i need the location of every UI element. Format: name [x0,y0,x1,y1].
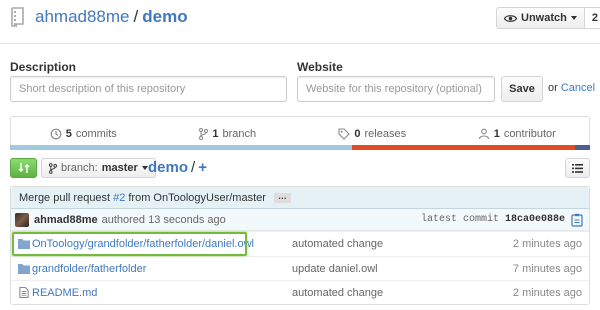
file-commit-message[interactable]: update daniel.owl [292,263,378,275]
cancel-group: or Cancel [548,82,595,94]
language-bar-segment [575,145,590,150]
website-label: Website [297,60,343,74]
unwatch-button[interactable]: Unwatch [496,7,585,29]
highlight-annotation [12,232,247,256]
commit-message-prefix[interactable]: Merge pull request [19,192,110,204]
file-commit-message[interactable]: automated change [292,287,383,299]
file-row: grandfolder/fatherfolder update daniel.o… [11,255,589,281]
repo-title: ahmad88me / demo [35,6,188,28]
git-branch-icon [199,127,209,140]
branch-prefix: branch: [61,162,98,174]
language-bar[interactable] [10,145,590,150]
save-button[interactable]: Save [501,76,543,102]
branch-select-button[interactable]: branch: master [41,158,156,178]
list-icon [572,163,583,173]
repo-header: ahmad88me / demo Unwatch 2 [0,0,600,38]
commit-author-link[interactable]: ahmad88me [34,214,98,226]
header-divider [0,43,600,44]
description-label: Description [10,60,77,74]
file-age: 2 minutes ago [512,287,582,299]
commit-sha-link[interactable]: 18ca0e088e [505,214,565,225]
breadcrumb-separator: / [191,159,196,176]
language-bar-segment [10,145,353,150]
unwatch-label: Unwatch [521,12,567,24]
cancel-link[interactable]: Cancel [561,82,595,94]
file-list-toggle-button[interactable] [565,158,590,178]
history-icon [50,128,62,139]
file-age: 2 minutes ago [512,238,582,250]
branches-label: branch [222,127,257,140]
file-row: README.md automated change 2 minutes ago [11,280,589,304]
avatar[interactable] [15,212,29,227]
new-file-link[interactable]: + [198,159,207,176]
chevron-down-icon [570,16,577,20]
repo-name-link[interactable]: demo [142,7,187,26]
watchers-count[interactable]: 2 [584,7,600,29]
commit-message-suffix[interactable]: from OnToologyUser/master [128,192,266,204]
commit-title: Merge pull request #2 from OnToologyUser… [11,187,589,209]
website-input[interactable] [297,76,495,102]
breadcrumb: demo / + [148,158,207,178]
contributors-count: 1 [493,127,500,140]
repo-icon [11,7,24,28]
commit-meta: ahmad88me authored 13 seconds ago latest… [11,209,589,231]
releases-label: releases [364,127,407,140]
file-commit-message[interactable]: automated change [292,238,383,250]
chevron-down-icon [141,166,148,170]
file-name-link[interactable]: grandfolder/fatherfolder [32,263,146,275]
commits-label: commits [75,127,117,140]
compare-icon [18,163,29,173]
file-text-icon [19,287,29,298]
organization-icon [478,128,489,139]
commit-expand-button[interactable]: … [273,191,291,203]
repo-title-separator: / [133,7,139,26]
commits-count: 5 [65,127,72,140]
pull-request-link[interactable]: #2 [113,192,125,204]
git-branch-icon [49,162,57,174]
latest-commit: latest commit 18ca0e088e [421,214,565,225]
branch-name: master [101,162,138,174]
repo-owner-link[interactable]: ahmad88me [35,7,130,26]
latest-commit-label: latest commit [420,214,499,225]
commit-time: authored 13 seconds ago [101,213,226,226]
or-text: or [548,82,558,94]
contributors-label: contributor [503,127,556,140]
branches-count: 1 [212,127,219,140]
tag-icon [338,127,351,140]
watch-group: Unwatch 2 [496,7,600,29]
compare-button[interactable] [10,158,37,178]
description-input[interactable] [10,76,287,102]
folder-icon [18,263,30,274]
breadcrumb-root-link[interactable]: demo [148,159,188,176]
language-bar-segment [352,145,576,150]
file-age: 7 minutes ago [512,262,582,275]
clipboard-icon[interactable] [571,213,583,227]
releases-count: 0 [354,127,361,140]
file-name-link[interactable]: README.md [32,287,97,299]
eye-icon [504,14,517,22]
